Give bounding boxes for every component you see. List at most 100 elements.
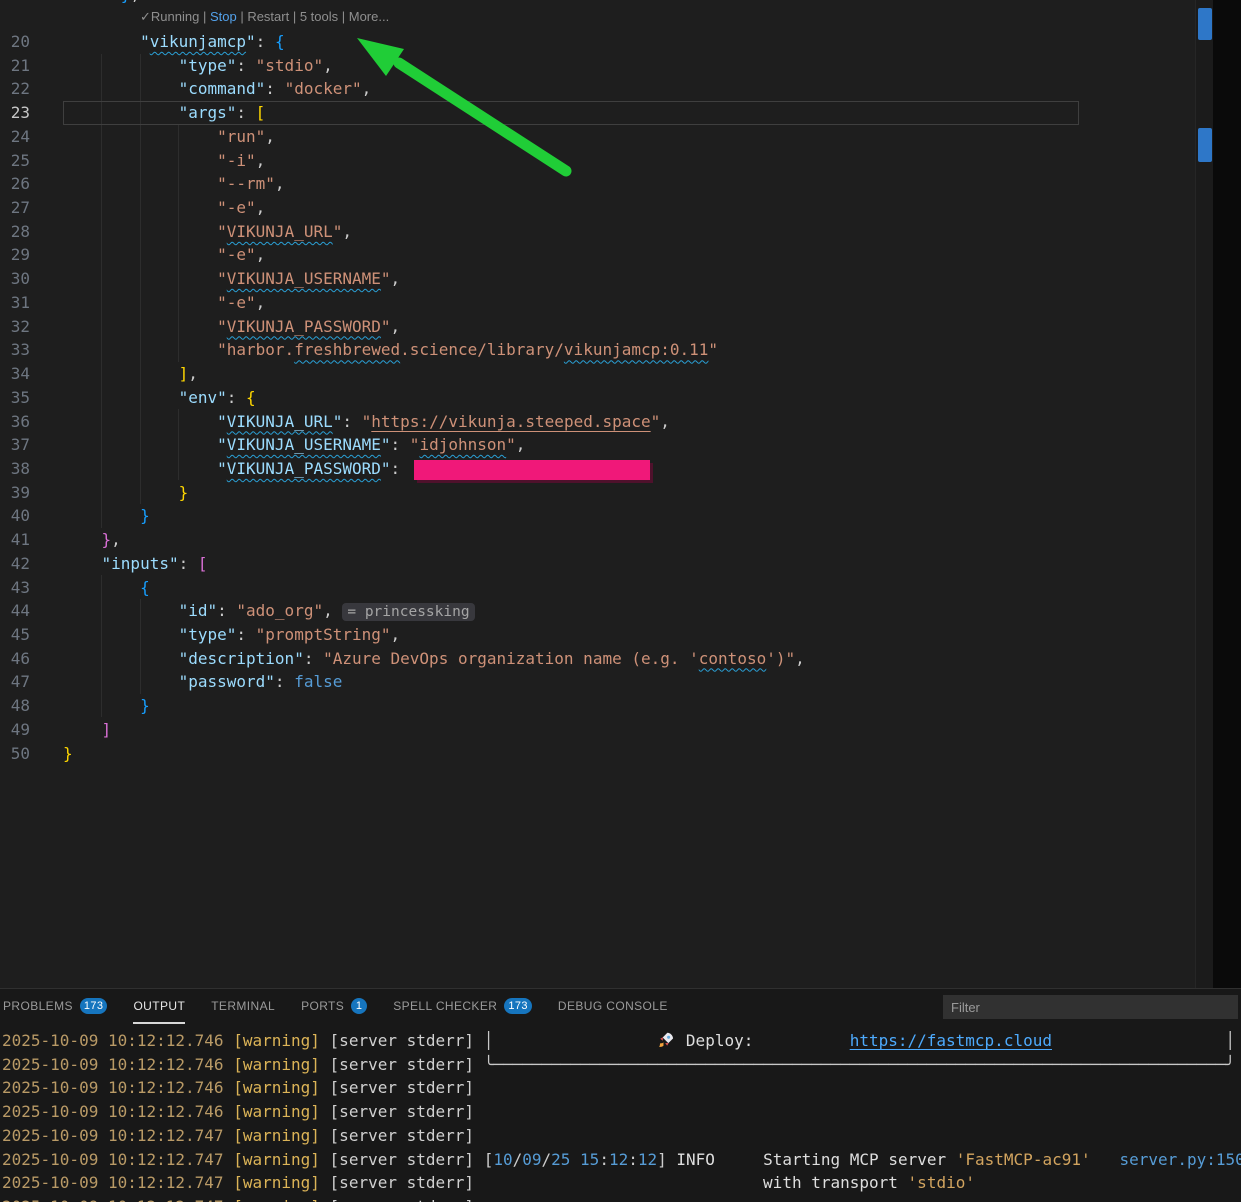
- output-filter-input[interactable]: [943, 995, 1238, 1019]
- line-number[interactable]: 21: [0, 54, 30, 78]
- codelens-restart[interactable]: Restart: [247, 9, 289, 24]
- tab-label: DEBUG CONSOLE: [558, 999, 668, 1013]
- code-line[interactable]: 39 }: [0, 481, 1195, 505]
- code-line[interactable]: 28 "VIKUNJA_URL",: [0, 220, 1195, 244]
- code-line[interactable]: 30 "VIKUNJA_USERNAME",: [0, 267, 1195, 291]
- code-line[interactable]: 49 ]: [0, 718, 1195, 742]
- log-line: 2025-10-09 10:12:12.746 [warning] [serve…: [2, 1053, 1241, 1077]
- line-number[interactable]: 44: [0, 599, 30, 623]
- line-number[interactable]: 33: [0, 338, 30, 362]
- code-line[interactable]: 27 "-e",: [0, 196, 1195, 220]
- line-number[interactable]: 25: [0, 149, 30, 173]
- panel-tab-problems[interactable]: PROBLEMS 173: [3, 989, 107, 1024]
- line-number[interactable]: 34: [0, 362, 30, 386]
- code-line[interactable]: 25 "-i",: [0, 149, 1195, 173]
- line-number[interactable]: 27: [0, 196, 30, 220]
- scrollbar-decoration: [1198, 128, 1212, 162]
- code-line[interactable]: 29 "-e",: [0, 243, 1195, 267]
- code-line[interactable]: 44 "id": "ado_org", = princessking: [0, 599, 1195, 623]
- line-number[interactable]: 41: [0, 528, 30, 552]
- code-line[interactable]: 38 "VIKUNJA_PASSWORD":: [0, 457, 1195, 481]
- code-line[interactable]: 34 ],: [0, 362, 1195, 386]
- codelens-more[interactable]: More...: [349, 9, 389, 24]
- code-line[interactable]: 26 "--rm",: [0, 172, 1195, 196]
- line-number[interactable]: 49: [0, 718, 30, 742]
- line-number[interactable]: 50: [0, 742, 30, 766]
- tab-label: TERMINAL: [211, 999, 275, 1013]
- log-line: 2025-10-09 10:12:12.746 [warning] [serve…: [2, 1076, 1241, 1100]
- scrollbar-decoration: [1198, 8, 1212, 40]
- code-line[interactable]: 23 "args": [: [0, 101, 1195, 125]
- code-line[interactable]: 31 "-e",: [0, 291, 1195, 315]
- line-number[interactable]: 38: [0, 457, 30, 481]
- bottom-panel: PROBLEMS 173 OUTPUT TERMINAL PORTS1 SPELL CHE…: [0, 988, 1241, 1202]
- codelens-stop[interactable]: Stop: [210, 9, 237, 24]
- code-line[interactable]: 32 "VIKUNJA_PASSWORD",: [0, 315, 1195, 339]
- codelens-running: Running: [151, 9, 199, 24]
- line-number[interactable]: 36: [0, 410, 30, 434]
- line-number[interactable]: 22: [0, 77, 30, 101]
- line-number[interactable]: 29: [0, 243, 30, 267]
- tab-badge: 173: [80, 998, 108, 1014]
- line-number[interactable]: 47: [0, 670, 30, 694]
- code-line[interactable]: 24 "run",: [0, 125, 1195, 149]
- code-line[interactable]: 35 "env": {: [0, 386, 1195, 410]
- line-number[interactable]: 23: [0, 101, 30, 125]
- line-number[interactable]: 30: [0, 267, 30, 291]
- line-number[interactable]: 39: [0, 481, 30, 505]
- panel-tab-debug-console[interactable]: DEBUG CONSOLE: [558, 989, 668, 1024]
- source-ref[interactable]: server.py:150: [1120, 1150, 1241, 1169]
- code-line[interactable]: 33 "harbor.freshbrewed.science/library/v…: [0, 338, 1195, 362]
- panel-tab-terminal[interactable]: TERMINAL: [211, 989, 275, 1024]
- code-line[interactable]: 45 "type": "promptString",: [0, 623, 1195, 647]
- window-edge: [1213, 0, 1241, 988]
- code-line[interactable]: 43 {: [0, 576, 1195, 600]
- code-line[interactable]: 47 "password": false: [0, 670, 1195, 694]
- code-line[interactable]: 21 "type": "stdio",: [0, 54, 1195, 78]
- panel-tab-spell-checker[interactable]: SPELL CHECKER173: [393, 989, 532, 1024]
- line-number[interactable]: 26: [0, 172, 30, 196]
- rocket-icon: [657, 1031, 676, 1049]
- code-line[interactable]: 36 "VIKUNJA_URL": "https://vikunja.steep…: [0, 410, 1195, 434]
- code-line[interactable]: 41 },: [0, 528, 1195, 552]
- line-number[interactable]: 40: [0, 504, 30, 528]
- line-number[interactable]: 48: [0, 694, 30, 718]
- line-number[interactable]: 42: [0, 552, 30, 576]
- inlay-hint: = princessking: [342, 603, 474, 621]
- code-line[interactable]: 22 "command": "docker",: [0, 77, 1195, 101]
- codelens-bar: ✓Running | Stop | Restart | 5 tools | Mo…: [140, 9, 389, 25]
- line-number[interactable]: 20: [0, 30, 30, 54]
- log-line: 2025-10-09 10:12:12.746 [warning] [serve…: [2, 1029, 1241, 1053]
- log-line: 2025-10-09 10:12:12.746 [warning] [serve…: [2, 1100, 1241, 1124]
- tab-label: SPELL CHECKER: [393, 999, 497, 1013]
- line-number[interactable]: 32: [0, 315, 30, 339]
- code-editor[interactable]: }, ✓Running | Stop | Restart | 5 tools |…: [0, 0, 1241, 988]
- output-log[interactable]: 2025-10-09 10:12:12.746 [warning] [serve…: [2, 1029, 1241, 1202]
- line-number[interactable]: 46: [0, 647, 30, 671]
- code-line[interactable]: 50}: [0, 742, 1195, 766]
- check-icon: ✓: [140, 9, 151, 24]
- code-line[interactable]: 42 "inputs": [: [0, 552, 1195, 576]
- code-line[interactable]: 46 "description": "Azure DevOps organiza…: [0, 647, 1195, 671]
- code-line-partial: },: [63, 0, 140, 7]
- code-line[interactable]: 48 }: [0, 694, 1195, 718]
- code-line[interactable]: 40 }: [0, 504, 1195, 528]
- scrollbar[interactable]: [1195, 0, 1213, 988]
- panel-tab-output[interactable]: OUTPUT: [133, 989, 185, 1024]
- line-number[interactable]: 37: [0, 433, 30, 457]
- code-line[interactable]: 20 "vikunjamcp": {: [0, 30, 1195, 54]
- line-number[interactable]: 35: [0, 386, 30, 410]
- log-line: 2025-10-09 10:12:12.747 [warning] [serve…: [2, 1124, 1241, 1148]
- line-number[interactable]: 24: [0, 125, 30, 149]
- tab-label: PROBLEMS: [3, 999, 73, 1013]
- line-number[interactable]: 43: [0, 576, 30, 600]
- code-line[interactable]: 37 "VIKUNJA_USERNAME": "idjohnson",: [0, 433, 1195, 457]
- fastmcp-link[interactable]: https://fastmcp.cloud: [850, 1031, 1052, 1050]
- panel-tab-ports[interactable]: PORTS1: [301, 989, 367, 1024]
- tab-label: PORTS: [301, 999, 344, 1013]
- line-number[interactable]: 31: [0, 291, 30, 315]
- line-number[interactable]: 45: [0, 623, 30, 647]
- tab-label: OUTPUT: [133, 999, 185, 1013]
- line-number[interactable]: 28: [0, 220, 30, 244]
- codelens-tools[interactable]: 5 tools: [300, 9, 338, 24]
